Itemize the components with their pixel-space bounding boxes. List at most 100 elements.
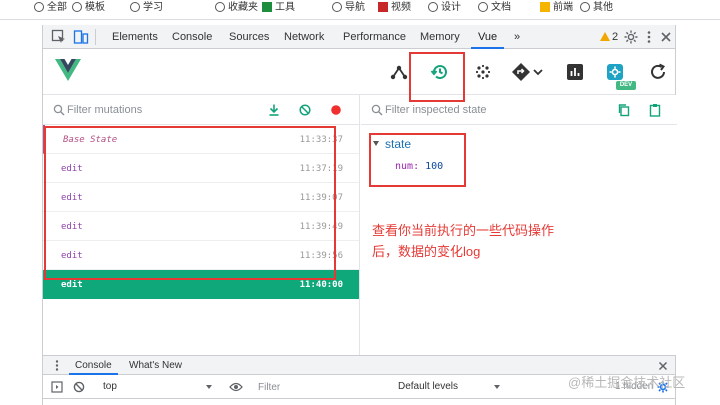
mutation-time: 11:33:37 [299,135,343,145]
close-drawer-icon[interactable] [657,360,669,372]
warnings-counter[interactable]: 2 [600,25,618,49]
mutation-row[interactable]: edit 11:39:07 [43,183,359,212]
bookmark-item[interactable]: 文档 [478,0,511,13]
bookmark-icon [130,2,140,13]
tab-network[interactable]: Network [277,25,331,49]
mutation-name: edit [61,280,83,290]
mutations-filter-input[interactable] [67,102,247,118]
components-tree-icon[interactable] [387,60,411,84]
device-toolbar-icon[interactable] [73,29,89,45]
property-value: 100 [425,161,444,172]
inspect-element-icon[interactable] [51,29,67,45]
bookmark-item[interactable]: 导航 [332,0,365,13]
drawer-menu-icon[interactable] [51,359,63,372]
mutation-time: 11:39:07 [299,193,343,203]
bookmark-icon [580,2,590,13]
bookmark-item[interactable]: 收藏夹 [215,0,258,13]
bookmark-item[interactable]: 工具 [262,0,295,13]
mutation-row-base-state[interactable]: Base State 11:33:37 [43,125,359,154]
dev-mode-badge: DEV [616,81,636,90]
record-icon[interactable] [329,103,343,117]
bookmark-item[interactable]: 视频 [378,0,411,13]
mutation-row[interactable]: edit 11:37:19 [43,154,359,183]
state-property[interactable]: num: 100 [395,161,443,172]
clear-console-icon[interactable] [73,381,85,393]
mutation-row-selected[interactable]: edit 11:40:00 [43,270,359,299]
property-name: num [395,161,414,172]
tab-elements[interactable]: Elements [105,25,165,49]
revert-all-icon[interactable] [298,103,312,117]
mutation-time: 11:39:56 [299,251,343,261]
context-select[interactable]: top [103,381,117,392]
vue-logo-icon [55,59,81,81]
mutations-pane: Base State 11:33:37 edit 11:37:19 edit 1… [43,95,360,355]
settings-gear-icon[interactable] [623,29,639,45]
bookmark-item[interactable]: 模板 [72,0,105,13]
devtools-tab-bar: Elements Console Sources Network Perform… [43,25,675,49]
annotation-line: 查看你当前执行的一些代码操作 [372,223,555,238]
tab-console[interactable]: Console [165,25,219,49]
performance-chart-icon[interactable] [563,60,587,84]
search-icon [371,104,383,116]
bookmark-icon [72,2,82,13]
drawer-tab-console[interactable]: Console [69,356,118,375]
tab-memory[interactable]: Memory [413,25,467,49]
bookmark-icon [540,2,550,13]
more-tabs-button[interactable]: » [507,25,527,49]
mutation-list: Base State 11:33:37 edit 11:37:19 edit 1… [43,125,359,299]
bookmark-item[interactable]: 设计 [428,0,461,13]
bookmarks-bar: 全部 模板 学习 收藏夹 工具 导航 视频 设计 文档 前端 其他 [0,0,720,20]
bookmark-icon [428,2,438,13]
mutation-row[interactable]: edit 11:39:49 [43,212,359,241]
mutation-time: 11:39:49 [299,222,343,232]
bookmark-item[interactable]: 全部 [34,0,67,13]
paste-state-icon[interactable] [648,103,662,117]
log-levels-select[interactable]: Default levels [398,381,458,392]
bookmark-icon [215,2,225,13]
chevron-down-icon[interactable] [531,60,545,84]
state-label: state [385,137,412,151]
annotation-note: 查看你当前执行的一些代码操作 后，数据的变化log [372,220,622,262]
mutation-name: Base State [63,135,118,145]
drawer-tab-whats-new[interactable]: What's New [123,356,188,375]
bookmark-icon [262,2,272,13]
refresh-icon[interactable] [646,60,670,84]
mutation-time: 11:37:19 [299,164,343,174]
state-filter-input[interactable] [385,102,565,118]
screenshot-root: 全部 模板 学习 收藏夹 工具 导航 视频 设计 文档 前端 其他 Elemen… [0,0,720,405]
vue-toolbar [43,49,675,95]
mutation-time: 11:40:00 [299,280,343,290]
more-options-icon[interactable] [641,29,657,45]
caret-down-icon[interactable] [493,383,501,391]
bookmark-item[interactable]: 学习 [130,0,163,13]
state-node[interactable]: state [373,135,443,153]
bookmark-item[interactable]: 前端 [540,0,573,13]
search-icon [53,104,65,116]
bookmark-icon [378,2,388,13]
state-filter-bar [361,95,677,125]
property-colon: : [413,161,426,172]
sidebar-toggle-icon[interactable] [51,381,63,393]
mutation-row[interactable]: edit 11:39:56 [43,241,359,270]
copy-state-icon[interactable] [617,103,631,117]
mutation-name: edit [61,193,83,203]
tab-sources[interactable]: Sources [222,25,276,49]
events-icon[interactable] [471,60,495,84]
bookmark-item[interactable]: 其他 [580,0,613,13]
close-devtools-icon[interactable] [658,29,674,45]
commit-all-icon[interactable] [267,103,281,117]
caret-down-icon [373,141,379,146]
timeline-history-icon[interactable] [428,60,452,84]
caret-down-icon[interactable] [205,383,213,391]
mutation-name: edit [61,251,83,261]
tab-vue[interactable]: Vue [471,25,505,49]
tab-performance[interactable]: Performance [336,25,413,49]
live-expression-eye-icon[interactable] [229,381,243,393]
watermark: @稀土掘金技术社区 [568,375,686,390]
console-filter-input[interactable] [258,379,378,395]
mutation-name: edit [61,164,83,174]
mutations-filter-bar [43,95,359,125]
annotation-line: 后，数据的变化log [372,244,481,259]
bookmark-icon [332,2,342,13]
routing-icon[interactable] [509,60,533,84]
